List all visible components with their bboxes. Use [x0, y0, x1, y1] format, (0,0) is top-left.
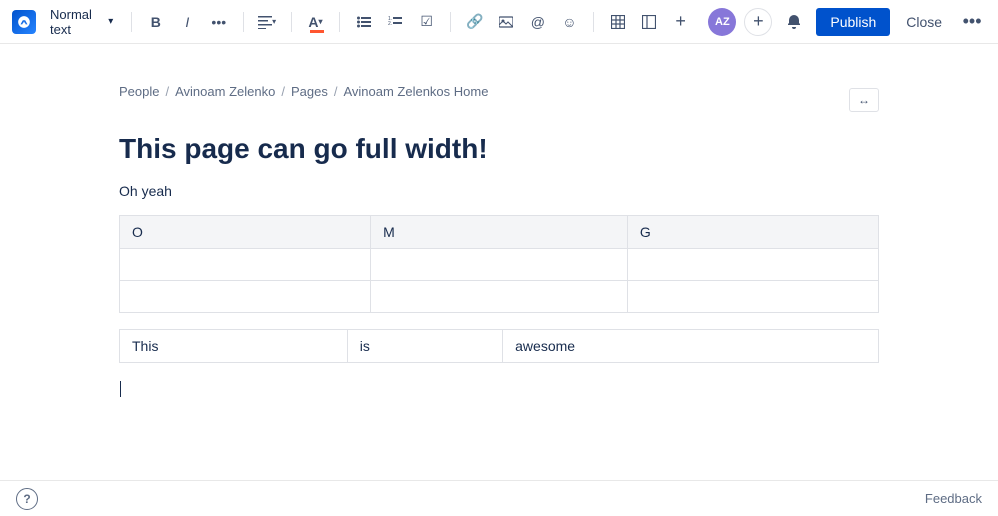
- italic-button[interactable]: I: [176, 8, 199, 36]
- text-cursor: [120, 381, 121, 397]
- editor-area[interactable]: People / Avinoam Zelenko / Pages / Avino…: [0, 44, 998, 516]
- layout-button[interactable]: [637, 8, 660, 36]
- table-row: [120, 281, 879, 313]
- footer: ? Feedback: [0, 480, 998, 516]
- chevron-down-icon: ▾: [108, 16, 113, 27]
- text-style-label: Normal text: [50, 7, 104, 37]
- number-list-button[interactable]: 1.2.: [383, 8, 406, 36]
- svg-text:2.: 2.: [388, 21, 392, 27]
- table1-header-g[interactable]: G: [627, 216, 878, 249]
- breadcrumb-expand-button[interactable]: ↔: [849, 88, 879, 112]
- editor-content: People / Avinoam Zelenko / Pages / Avino…: [119, 84, 879, 399]
- table1-r1c2[interactable]: [371, 249, 628, 281]
- action-item-button[interactable]: ☑: [415, 8, 438, 36]
- table1-header-m[interactable]: M: [371, 216, 628, 249]
- table2-r1c3[interactable]: awesome: [503, 330, 879, 363]
- table-2: This is awesome: [119, 329, 879, 363]
- more-options-button[interactable]: •••: [958, 8, 986, 36]
- separator-1: [131, 12, 132, 32]
- avatar[interactable]: AZ: [708, 8, 736, 36]
- color-button[interactable]: A ▾: [304, 8, 327, 36]
- emoji-button[interactable]: ☺: [558, 8, 581, 36]
- breadcrumb-sep-2: /: [281, 84, 285, 99]
- help-button[interactable]: ?: [16, 488, 38, 510]
- breadcrumb-people[interactable]: People: [119, 84, 159, 99]
- separator-2: [243, 12, 244, 32]
- table-row: This is awesome: [120, 330, 879, 363]
- add-button[interactable]: +: [744, 8, 772, 36]
- breadcrumb-avinoam-zelenko[interactable]: Avinoam Zelenko: [175, 84, 275, 99]
- align-button[interactable]: ▾: [255, 8, 278, 36]
- avatar-initials: AZ: [715, 16, 730, 28]
- cursor-line[interactable]: [119, 379, 879, 399]
- table1-header-o[interactable]: O: [120, 216, 371, 249]
- table-button[interactable]: [606, 8, 629, 36]
- breadcrumb-row: People / Avinoam Zelenko / Pages / Avino…: [119, 84, 879, 115]
- mention-button[interactable]: @: [526, 8, 549, 36]
- toolbar: Normal text ▾ B I ••• ▾ A ▾ 1.2. ☑ 🔗 @ ☺: [0, 0, 998, 44]
- breadcrumb-home[interactable]: Avinoam Zelenkos Home: [343, 84, 488, 99]
- bold-button[interactable]: B: [144, 8, 167, 36]
- notification-button[interactable]: [780, 8, 808, 36]
- link-button[interactable]: 🔗: [463, 8, 486, 36]
- breadcrumb: People / Avinoam Zelenko / Pages / Avino…: [119, 84, 488, 99]
- publish-button[interactable]: Publish: [816, 8, 890, 36]
- table1-r2c3[interactable]: [627, 281, 878, 313]
- bullet-list-button[interactable]: [352, 8, 375, 36]
- expand-icon: ↔: [858, 93, 870, 107]
- separator-4: [339, 12, 340, 32]
- table1-r2c2[interactable]: [371, 281, 628, 313]
- breadcrumb-pages[interactable]: Pages: [291, 84, 328, 99]
- table1-r1c1[interactable]: [120, 249, 371, 281]
- feedback-link[interactable]: Feedback: [925, 491, 982, 506]
- separator-5: [450, 12, 451, 32]
- breadcrumb-sep-3: /: [334, 84, 338, 99]
- image-button[interactable]: [495, 8, 518, 36]
- table-row: [120, 249, 879, 281]
- table1-r1c3[interactable]: [627, 249, 878, 281]
- page-subtitle[interactable]: Oh yeah: [119, 183, 879, 199]
- table1-r2c1[interactable]: [120, 281, 371, 313]
- page-title[interactable]: This page can go full width!: [119, 131, 879, 167]
- separator-6: [593, 12, 594, 32]
- close-button[interactable]: Close: [898, 8, 950, 36]
- toolbar-right: AZ + Publish Close •••: [708, 8, 986, 36]
- more-text-format-button[interactable]: •••: [207, 8, 230, 36]
- table-1: O M G: [119, 215, 879, 313]
- separator-3: [291, 12, 292, 32]
- main: People / Avinoam Zelenko / Pages / Avino…: [0, 44, 998, 516]
- insert-button[interactable]: +: [669, 8, 692, 36]
- text-style-dropdown[interactable]: Normal text ▾: [44, 3, 119, 41]
- breadcrumb-actions: ↔: [849, 88, 879, 112]
- breadcrumb-sep-1: /: [165, 84, 169, 99]
- table2-r1c2[interactable]: is: [347, 330, 502, 363]
- logo[interactable]: [12, 10, 36, 34]
- table2-r1c1[interactable]: This: [120, 330, 348, 363]
